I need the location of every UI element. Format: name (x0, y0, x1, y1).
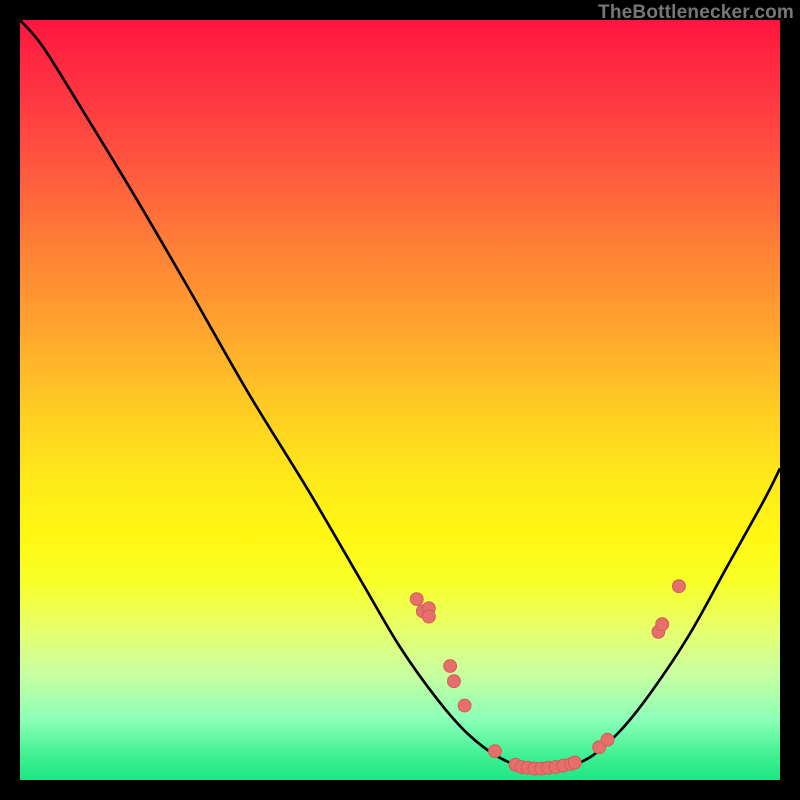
chart-container: TheBottlenecker.com (0, 0, 800, 800)
data-marker (448, 675, 461, 688)
data-marker (672, 580, 685, 593)
data-marker (458, 699, 471, 712)
data-marker (601, 733, 614, 746)
data-marker (422, 610, 435, 623)
watermark-text: TheBottlenecker.com (598, 2, 794, 24)
marker-group (410, 580, 685, 775)
plot-area (20, 20, 780, 780)
marker-layer (20, 20, 780, 780)
data-marker (656, 618, 669, 631)
data-marker (568, 756, 581, 769)
data-marker (410, 593, 423, 606)
data-marker (444, 660, 457, 673)
data-marker (489, 745, 502, 758)
